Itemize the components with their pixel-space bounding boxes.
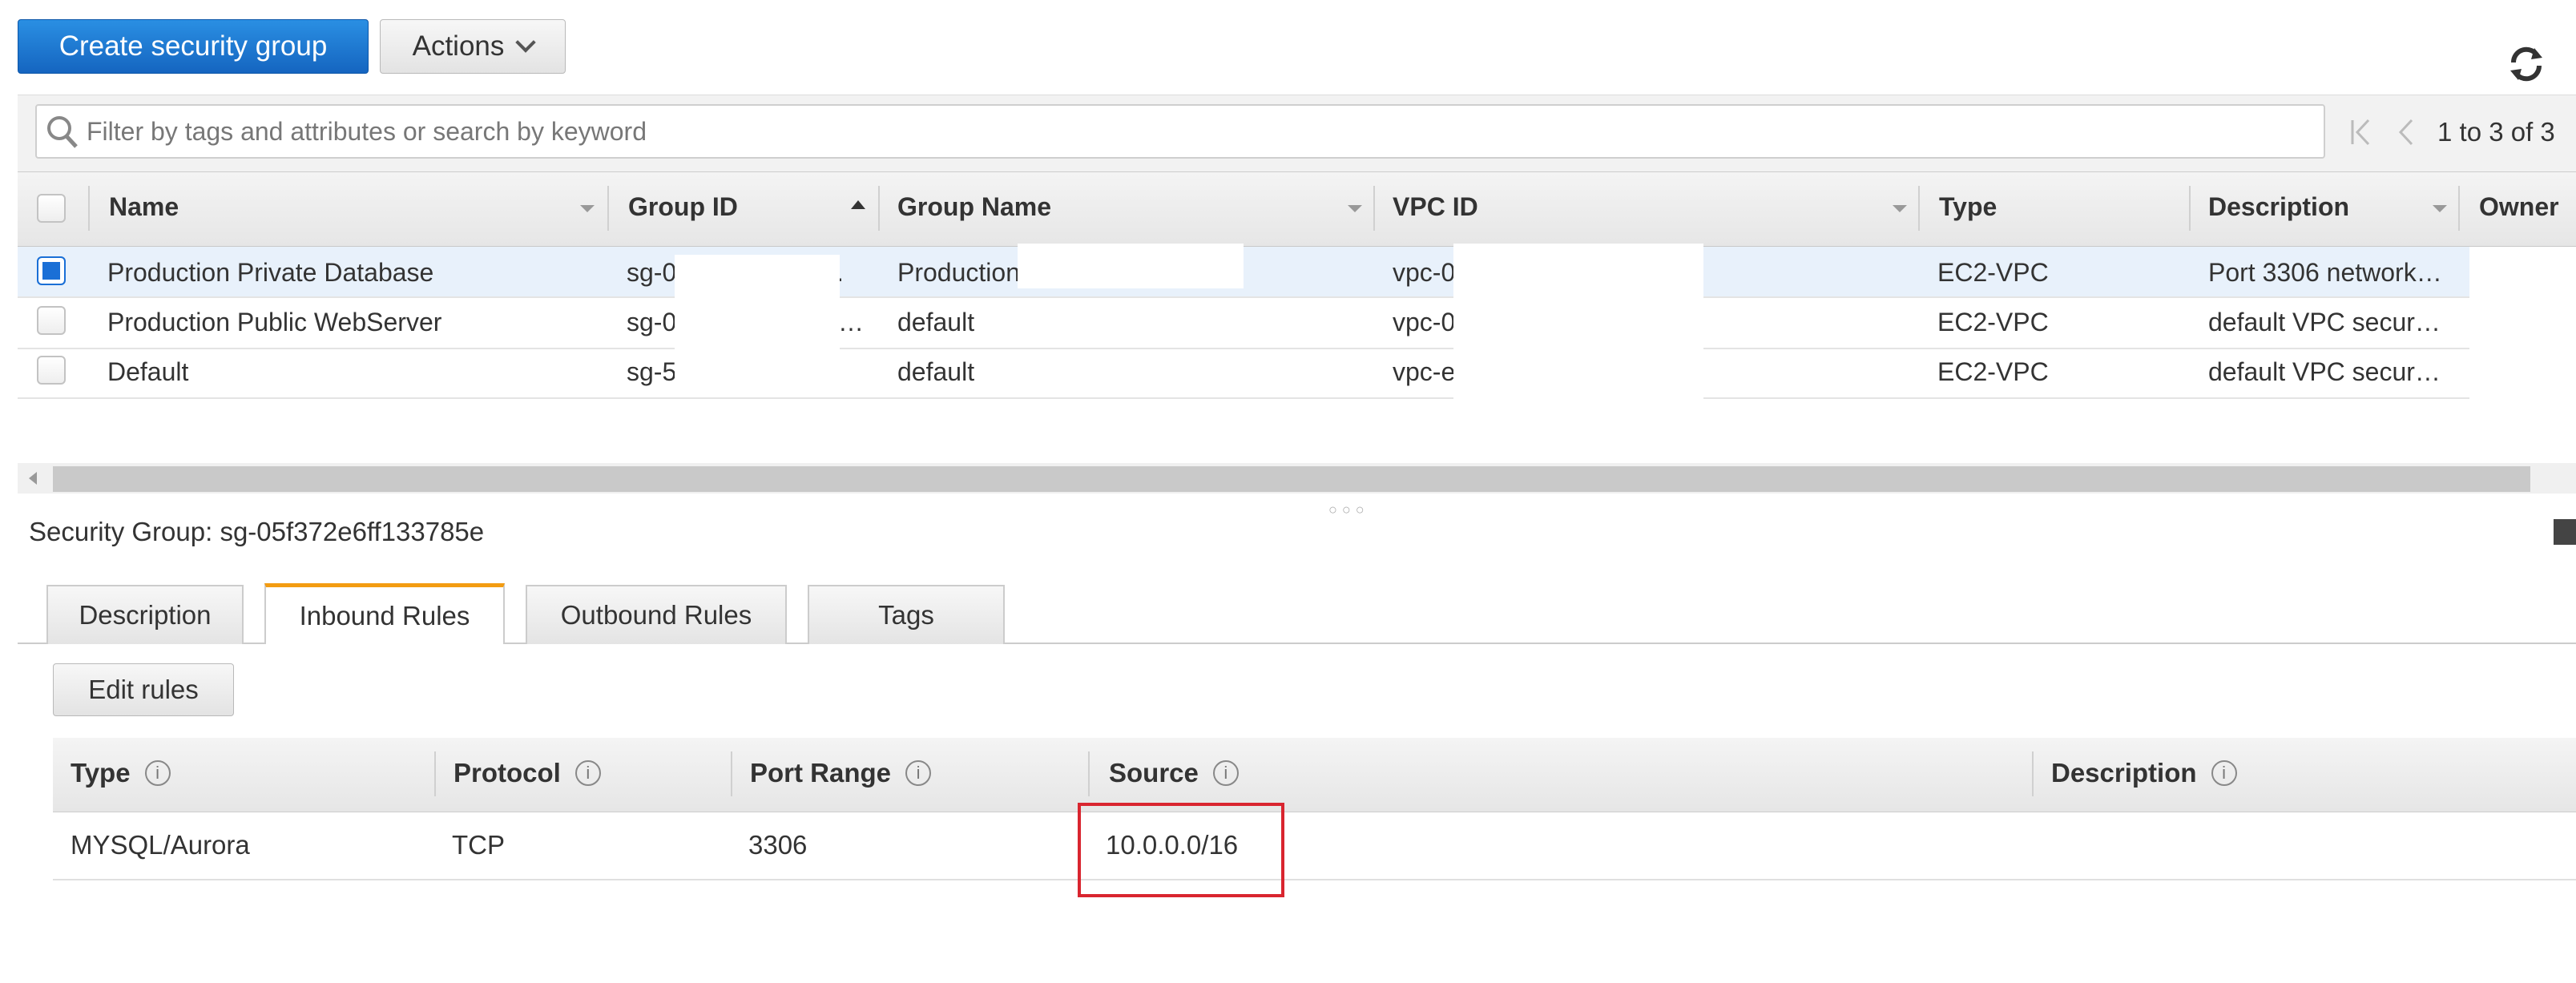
rule-header-type: Type i [71, 758, 171, 788]
sort-icon[interactable] [1893, 205, 1907, 212]
refresh-icon[interactable] [2505, 43, 2547, 85]
info-icon[interactable]: i [1212, 760, 1239, 786]
row-type: EC2-VPC [1937, 258, 2049, 287]
table-header [18, 171, 2576, 247]
security-group-title: Security Group: sg-05f372e6ff133785e [29, 517, 484, 547]
info-icon[interactable]: i [905, 760, 932, 786]
search-placeholder: Filter by tags and attributes or search … [87, 117, 647, 146]
row-group-name: Production [897, 258, 1020, 287]
rule-header-description-label: Description [2051, 758, 2197, 788]
actions-dropdown-button[interactable]: Actions [380, 19, 566, 74]
row-description: default VPC secur… [2208, 308, 2441, 336]
row-vpc-id: vpc-0 [1393, 258, 1456, 287]
column-header-group-name[interactable]: Group Name [897, 192, 1051, 222]
column-header-description[interactable]: Description [2208, 192, 2349, 222]
row-type: EC2-VPC [1937, 308, 2049, 336]
row-group-id-tail: … [838, 308, 864, 336]
column-header-owner[interactable]: Owner [2479, 192, 2559, 222]
rule-header-source: Source i [1109, 758, 1239, 788]
row-vpc-id: vpc-e [1393, 357, 1456, 386]
rule-port-range: 3306 [748, 830, 808, 860]
column-header-type[interactable]: Type [1939, 192, 1997, 222]
rule-header-type-label: Type [71, 758, 131, 788]
redacted-area [1453, 244, 1703, 399]
sort-icon[interactable] [2433, 205, 2447, 212]
rule-header-source-label: Source [1109, 758, 1199, 788]
row-checkbox[interactable] [37, 356, 66, 385]
info-icon[interactable]: i [574, 760, 601, 786]
info-icon[interactable]: i [2211, 760, 2237, 786]
row-description: default VPC secur… [2208, 357, 2441, 386]
row-name: Production Private Database [107, 258, 434, 287]
redacted-area [675, 255, 840, 397]
row-description: Port 3306 network… [2208, 258, 2442, 287]
select-all-checkbox[interactable] [37, 194, 66, 223]
security-group-label: Security Group: [29, 517, 213, 546]
row-group-name: default [897, 308, 975, 336]
search-icon [47, 116, 78, 148]
rule-row [53, 813, 2576, 880]
rule-header-port-range: Port Range i [750, 758, 932, 788]
tab-tags[interactable]: Tags [808, 585, 1005, 644]
row-vpc-id: vpc-0 [1393, 308, 1456, 336]
rule-protocol: TCP [452, 830, 505, 860]
create-security-group-button[interactable]: Create security group [18, 19, 369, 74]
column-header-group-id[interactable]: Group ID [628, 192, 738, 222]
row-group-id: sg-0 [627, 258, 677, 287]
resize-handle-icon[interactable]: ○○○ [1328, 502, 1369, 518]
sort-ascending-icon[interactable] [851, 200, 865, 209]
scrollbar-thumb[interactable] [53, 466, 2530, 492]
pagination-range: 1 to 3 of 3 [2437, 117, 2555, 147]
source-highlight-box [1078, 803, 1284, 897]
actions-label: Actions [412, 30, 505, 62]
first-page-icon[interactable] [2349, 119, 2373, 146]
chevron-down-icon [515, 32, 537, 53]
tab-inbound-rules[interactable]: Inbound Rules [264, 583, 505, 644]
security-group-id: sg-05f372e6ff133785e [220, 517, 485, 546]
row-group-id: sg-0 [627, 308, 677, 336]
rule-header-description: Description i [2051, 758, 2237, 788]
row-checkbox[interactable] [37, 306, 66, 335]
table-row[interactable] [18, 348, 2469, 399]
dock-panel-icon[interactable] [2554, 519, 2576, 545]
row-group-id: sg-5 [627, 357, 677, 386]
column-header-name[interactable]: Name [109, 192, 179, 222]
scroll-left-icon[interactable] [29, 472, 37, 485]
rule-type: MYSQL/Aurora [71, 830, 250, 860]
info-icon[interactable]: i [144, 760, 171, 786]
sort-icon[interactable] [1348, 205, 1362, 212]
tab-description[interactable]: Description [46, 585, 244, 644]
rule-header-port-range-label: Port Range [750, 758, 892, 788]
row-group-name: default [897, 357, 975, 386]
redacted-area [1018, 244, 1244, 288]
row-name: Default [107, 357, 189, 386]
rule-header-protocol-label: Protocol [454, 758, 561, 788]
sort-icon[interactable] [580, 205, 595, 212]
column-header-vpc-id[interactable]: VPC ID [1393, 192, 1478, 222]
tab-outbound-rules[interactable]: Outbound Rules [526, 585, 787, 644]
edit-rules-button[interactable]: Edit rules [53, 663, 234, 716]
row-name: Production Public WebServer [107, 308, 442, 336]
prev-page-icon[interactable] [2396, 119, 2415, 146]
row-checkbox[interactable] [37, 256, 66, 285]
rule-header-protocol: Protocol i [454, 758, 601, 788]
row-type: EC2-VPC [1937, 357, 2049, 386]
